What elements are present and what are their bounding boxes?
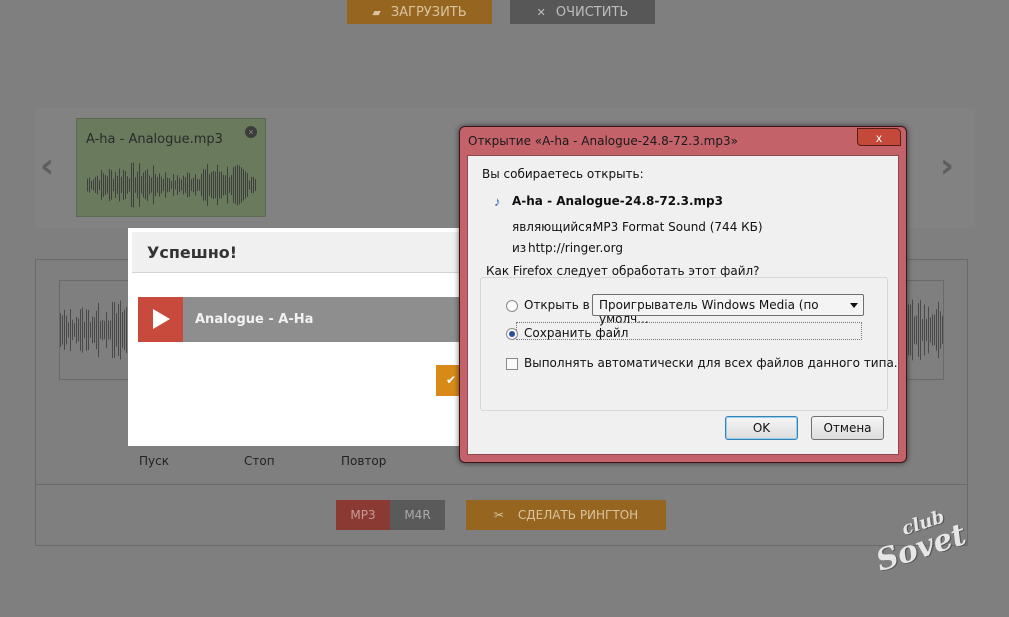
track-title: A-ha - Analogue.mp3 (86, 132, 223, 147)
ringtone-label: СДЕЛАТЬ РИНГТОН (517, 508, 639, 522)
clear-label: ОЧИСТИТЬ (555, 4, 629, 20)
play-control[interactable]: Пуск (139, 454, 169, 468)
modal-title: Успешно! (147, 243, 238, 262)
file-name: A-ha - Analogue-24.8-72.3.mp3 (512, 194, 723, 208)
type-value: MP3 Format Sound (744 КБ) (593, 220, 763, 234)
check-icon: ✔ (446, 373, 457, 387)
from-value: http://ringer.org (528, 241, 623, 255)
save-file-radio[interactable] (506, 328, 518, 340)
upload-button[interactable]: ▰ ЗАГРУЗИТЬ (347, 0, 492, 24)
track-close-icon[interactable]: × (245, 126, 257, 138)
chevron-down-icon (850, 303, 858, 308)
modal-header: Успешно! (132, 232, 468, 273)
firefox-open-dialog: Открытие «A-ha - Analogue-24.8-72.3.mp3»… (459, 126, 907, 463)
dialog-title: Открытие «A-ha - Analogue-24.8-72.3.mp3» (468, 134, 738, 148)
logo-line2: Sovet (871, 517, 971, 579)
question-text: Как Firefox следует обработать этот файл… (486, 264, 760, 278)
close-icon: ✕ (536, 5, 546, 19)
clear-button[interactable]: ✕ ОЧИСТИТЬ (510, 0, 655, 24)
play-button[interactable] (138, 297, 183, 342)
auto-label: Выполнять автоматически для всех файлов … (524, 356, 898, 370)
open-with-select[interactable]: Проигрыватель Windows Media (по умолч... (592, 294, 864, 326)
format-m4r-button[interactable]: M4R (390, 500, 445, 530)
scissors-icon: ✂ (493, 508, 504, 522)
close-icon: x (876, 131, 882, 145)
folder-icon: ▰ (372, 5, 381, 19)
ok-button[interactable]: OK (725, 416, 798, 440)
auto-checkbox[interactable] (506, 358, 518, 370)
carousel-next-icon[interactable]: › (940, 146, 954, 186)
format-mp3-button[interactable]: MP3 (336, 500, 390, 530)
divider (36, 484, 967, 485)
dialog-close-button[interactable]: x (857, 128, 901, 146)
make-ringtone-button[interactable]: ✂ СДЕЛАТЬ РИНГТОН (466, 500, 666, 530)
cancel-button[interactable]: Отмена (811, 416, 884, 440)
from-label: из (512, 241, 527, 255)
mini-waveform (87, 162, 256, 208)
track-player: Analogue - A-Ha (138, 297, 468, 342)
upload-label: ЗАГРУЗИТЬ (390, 4, 467, 20)
carousel-prev-icon[interactable]: ‹ (40, 146, 54, 186)
open-with-label: Открыть в (524, 298, 590, 312)
repeat-control[interactable]: Повтор (341, 454, 386, 468)
success-modal: Успешно! Analogue - A-Ha ✔ (128, 228, 468, 446)
track-card[interactable]: A-ha - Analogue.mp3 × (76, 118, 266, 217)
type-label: являющийся: (512, 220, 597, 234)
stop-control[interactable]: Стоп (244, 454, 275, 468)
dialog-body: Вы собираетесь открыть: ♪ A-ha - Analogu… (467, 155, 899, 455)
save-file-label: Сохранить файл (524, 326, 629, 340)
player-track-name: Analogue - A-Ha (195, 312, 314, 327)
intro-text: Вы собираетесь открыть: (482, 167, 644, 181)
music-note-icon: ♪ (494, 194, 501, 209)
play-icon (153, 309, 170, 329)
open-with-radio[interactable] (506, 300, 518, 312)
